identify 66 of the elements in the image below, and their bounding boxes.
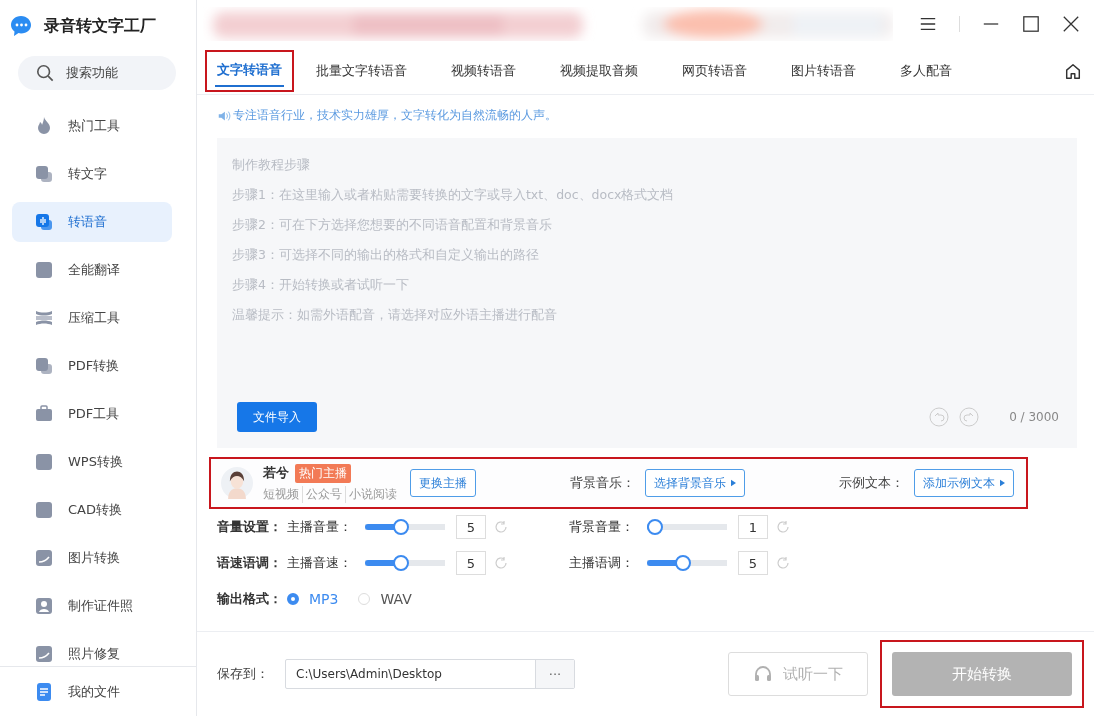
choose-music-button[interactable]: 选择背景音乐 — [645, 469, 745, 497]
person-icon — [34, 596, 54, 616]
music-label: 背景音乐： — [570, 474, 635, 492]
slider-label: 主播语调： — [569, 554, 635, 572]
slider-label: 主播音速： — [287, 554, 353, 572]
sidebar-item[interactable]: 制作证件照 — [12, 586, 172, 626]
format-radio[interactable]: WAV — [358, 591, 412, 607]
headphones-icon — [753, 664, 773, 684]
chat-bubble-logo-icon — [10, 15, 34, 37]
compress-icon — [34, 308, 54, 328]
import-file-button[interactable]: 文件导入 — [237, 402, 317, 432]
close-icon[interactable] — [1062, 15, 1080, 33]
sidebar-item[interactable]: 热门工具 — [12, 106, 172, 146]
voice-tag: 小说阅读 — [345, 485, 400, 503]
sidebar-item[interactable]: 压缩工具 — [12, 298, 172, 338]
voice-name: 若兮 — [263, 464, 289, 482]
maximize-icon[interactable] — [1022, 15, 1040, 33]
avatar — [221, 465, 253, 501]
add-sample-button[interactable]: 添加示例文本 — [914, 469, 1014, 497]
search-button[interactable]: 搜索功能 — [18, 56, 176, 90]
caret-icon — [1000, 479, 1005, 487]
sidebar-item[interactable]: PDF转换 — [12, 346, 172, 386]
value-field[interactable]: 5 — [456, 551, 486, 575]
tab[interactable]: 网页转语音 — [680, 56, 749, 86]
character-counter: 0 / 3000 — [1009, 410, 1059, 424]
sample-label: 示例文本： — [839, 474, 904, 492]
voice-icon — [34, 212, 54, 232]
sidebar-item[interactable]: CAD转换 — [12, 490, 172, 530]
voice-tag: 短视频 — [263, 485, 302, 503]
tab[interactable]: 文字转语音 — [215, 55, 284, 87]
sidebar-item[interactable]: PDF工具 — [12, 394, 172, 434]
file-icon — [34, 681, 54, 702]
value-field[interactable]: 5 — [738, 551, 768, 575]
search-icon — [36, 64, 54, 82]
change-voice-button[interactable]: 更换主播 — [410, 469, 476, 497]
sidebar-item[interactable]: 照片修复 — [12, 634, 172, 666]
image-icon — [34, 548, 54, 568]
sidebar-item[interactable]: 转语音 — [12, 202, 172, 242]
save-path-field[interactable]: C:\Users\Admin\Desktop ··· — [285, 659, 575, 689]
tab[interactable]: 多人配音 — [898, 56, 954, 86]
slider-label: 背景音量： — [569, 518, 635, 536]
tab[interactable]: 视频转语音 — [449, 56, 518, 86]
app-title: 录音转文字工厂 — [44, 15, 156, 37]
value-field[interactable]: 5 — [456, 515, 486, 539]
home-icon[interactable] — [1064, 62, 1082, 80]
value-field[interactable]: 1 — [738, 515, 768, 539]
slider-label: 主播音量： — [287, 518, 353, 536]
sidebar-item[interactable]: WPS转换 — [12, 442, 172, 482]
tab[interactable]: 图片转语音 — [789, 56, 858, 86]
save-label: 保存到： — [217, 665, 269, 683]
tab[interactable]: 视频提取音频 — [558, 56, 640, 86]
setting-group-label: 音量设置： — [217, 518, 283, 536]
sidebar-item[interactable]: 全能翻译 — [12, 250, 172, 290]
tab[interactable]: 批量文字转语音 — [314, 56, 409, 86]
caret-icon — [731, 479, 736, 487]
voice-tag: 公众号 — [302, 485, 345, 503]
menu-icon[interactable] — [919, 15, 937, 33]
tagline-text: 专注语音行业，技术实力雄厚，文字转化为自然流畅的人声。 — [233, 107, 557, 124]
output-format-label: 输出格式： — [217, 590, 283, 608]
setting-group-label: 语速语调： — [217, 554, 283, 572]
sidebar-item[interactable]: 转文字 — [12, 154, 172, 194]
format-radio[interactable]: MP3 — [287, 591, 339, 607]
hot-badge: 热门主播 — [295, 463, 351, 483]
image-icon — [34, 644, 54, 664]
briefcase-icon — [34, 404, 54, 424]
sidebar-item[interactable]: 图片转换 — [12, 538, 172, 578]
